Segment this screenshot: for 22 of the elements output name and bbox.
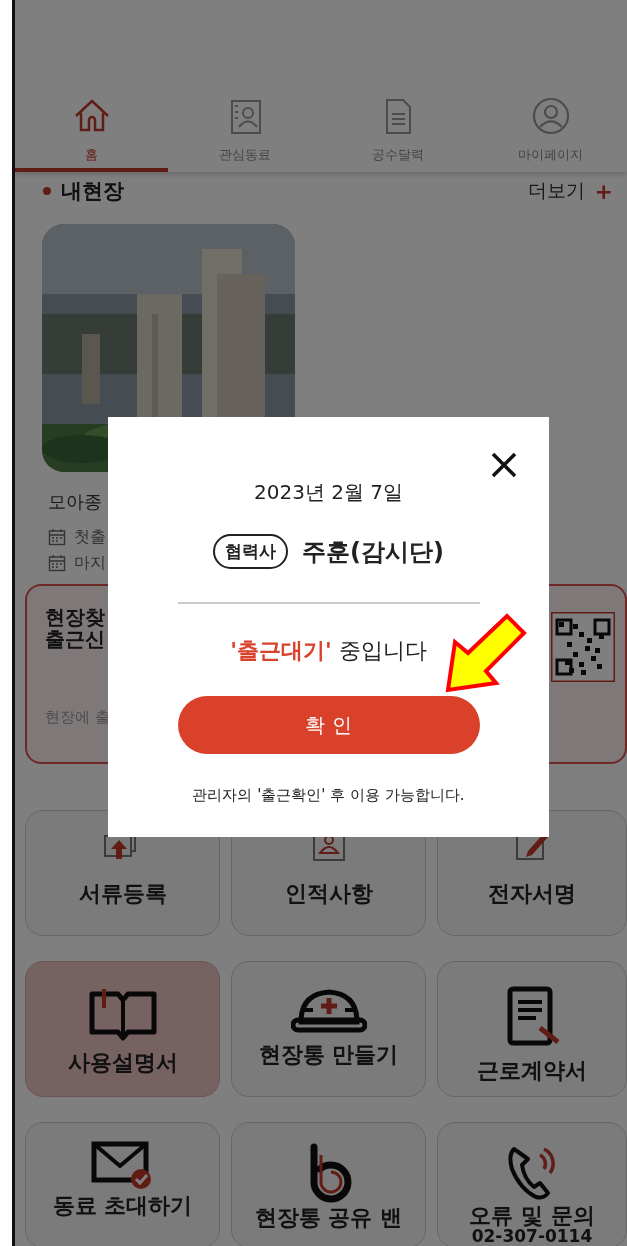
date-label: 마지	[74, 552, 106, 574]
date-label: 첫출	[74, 526, 106, 548]
more-link[interactable]: 더보기 +	[527, 178, 613, 204]
tab[interactable]: 마이페이지	[474, 90, 627, 172]
menu-tile[interactable]: 현장통 만들기	[231, 961, 426, 1097]
confirm-button[interactable]: 확 인	[177, 696, 480, 754]
dialog-date: 2023년 2월 7일	[253, 479, 404, 506]
site-name: 모아종	[48, 490, 102, 514]
worker-name: 주훈(감시단)	[302, 536, 444, 568]
tab[interactable]: 홈	[15, 90, 168, 172]
menu-tile[interactable]: 현장통 공유 밴	[231, 1122, 426, 1246]
checkin-title: 현장찾 출근신	[45, 606, 106, 650]
menu-tile[interactable]: 근로계약서	[437, 961, 627, 1097]
menu-tile[interactable]: 사용설명서	[25, 961, 220, 1097]
tab[interactable]: 공수달력	[321, 90, 474, 172]
status-message: '출근대기' 중입니다	[230, 637, 427, 665]
menu-tile[interactable]: 오류 및 문의 02-307-0114	[437, 1122, 627, 1246]
tab[interactable]: 관심동료	[168, 90, 321, 172]
dialog-note: 관리자의 '출근확인' 후 이용 가능합니다.	[192, 786, 465, 805]
section-title: 내현장	[61, 178, 124, 205]
role-tag: 협력사	[213, 534, 289, 569]
menu-tile[interactable]: 동료 초대하기	[25, 1122, 220, 1246]
